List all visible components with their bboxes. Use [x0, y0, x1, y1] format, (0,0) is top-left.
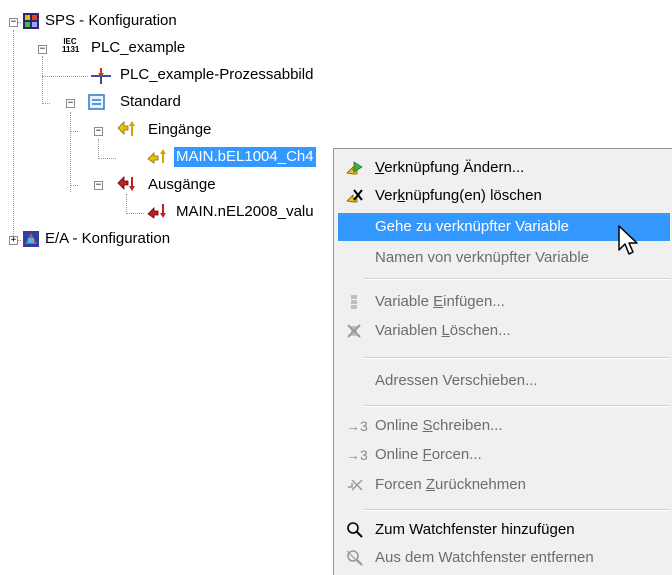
tree-node-sps-konfiguration[interactable]: SPS - Konfiguration — [45, 11, 177, 31]
tree-node-standard[interactable]: Standard — [120, 92, 181, 112]
menu-item-label: Online Forcen... — [375, 446, 482, 463]
magnifier-icon — [347, 522, 363, 538]
menu-item-label: Forcen Zurücknehmen — [375, 476, 526, 493]
force-undo-icon — [348, 479, 363, 491]
iec-icon: IEC 1131 — [62, 37, 80, 54]
menu-separator — [364, 357, 670, 359]
menu-separator — [364, 509, 670, 511]
plc-config-icon — [23, 13, 39, 29]
online-force-icon: →3 — [346, 447, 368, 463]
menu-item-label: Online Schreiben... — [375, 417, 503, 434]
tree-expander-sps[interactable]: − — [9, 18, 18, 27]
tree-node-eingaenge[interactable]: Eingänge — [148, 120, 211, 140]
menu-item-label: Gehe zu verknüpfter Variable — [375, 218, 569, 235]
io-config-icon — [23, 231, 39, 247]
tree-connector — [42, 56, 43, 104]
tree-connector — [70, 112, 71, 192]
menu-item-move-addresses[interactable]: Adressen Verschieben... — [338, 367, 670, 395]
tree-node-ausgaenge[interactable]: Ausgänge — [148, 175, 216, 195]
link-change-icon — [346, 161, 363, 175]
menu-item-online-force[interactable]: →3 Online Forcen... — [338, 441, 670, 469]
tree-node-output-variable[interactable]: MAIN.nEL2008_valu — [176, 202, 314, 222]
tree-expander-standard[interactable]: − — [66, 99, 75, 108]
menu-item-delete-variables[interactable]: Variablen Löschen... — [338, 317, 670, 345]
tree-node-input-variable[interactable]: MAIN.bEL1004_Ch4 — [174, 147, 316, 167]
context-menu: Verknüpfung Ändern... Verknüpfung(en) lö… — [333, 148, 672, 575]
menu-item-label: Zum Watchfenster hinzufügen — [375, 521, 575, 538]
menu-item-insert-variable[interactable]: Variable Einfügen... — [338, 288, 670, 316]
menu-item-label: Aus dem Watchfenster entfernen — [375, 549, 594, 566]
tree-connector — [70, 185, 78, 186]
tree-connector — [98, 139, 99, 159]
tree-connector — [98, 158, 116, 159]
menu-item-add-watch[interactable]: Zum Watchfenster hinzufügen — [338, 516, 670, 544]
tree-node-prozessabbild[interactable]: PLC_example-Prozessabbild — [120, 65, 313, 85]
menu-item-remove-watch[interactable]: Aus dem Watchfenster entfernen — [338, 544, 670, 572]
menu-item-label: Variablen Löschen... — [375, 322, 511, 339]
variable-insert-icon — [351, 295, 357, 309]
task-icon — [88, 94, 105, 110]
menu-item-delete-links[interactable]: Verknüpfung(en) löschen — [338, 182, 670, 210]
menu-separator — [364, 278, 670, 280]
process-image-icon — [91, 68, 111, 84]
tree-node-ea-konfiguration[interactable]: E/A - Konfiguration — [45, 229, 170, 249]
menu-item-label: Namen von verknüpfter Variable — [375, 249, 589, 266]
tree-node-plc-example[interactable]: PLC_example — [91, 38, 185, 58]
menu-item-label: Adressen Verschieben... — [375, 372, 538, 389]
linked-input-variable-icon — [147, 149, 166, 164]
tree-connector — [70, 131, 78, 132]
tree-connector — [42, 103, 50, 104]
menu-separator — [364, 405, 670, 407]
menu-item-change-link[interactable]: Verknüpfung Ändern... — [338, 154, 670, 182]
tree-connector — [42, 76, 88, 77]
menu-item-label: Verknüpfung Ändern... — [375, 159, 525, 176]
tree-expander-ea[interactable]: + — [9, 236, 18, 245]
link-delete-icon — [346, 189, 363, 203]
mouse-cursor-icon — [618, 225, 638, 255]
magnifier-remove-icon — [346, 550, 363, 566]
variable-delete-icon — [347, 324, 361, 338]
menu-item-online-write[interactable]: →3 Online Schreiben... — [338, 412, 670, 440]
inputs-icon — [117, 121, 135, 136]
menu-item-undo-force[interactable]: Forcen Zurücknehmen — [338, 471, 670, 499]
tree-expander-eingaenge[interactable]: − — [94, 127, 103, 136]
tree-connector — [13, 30, 14, 240]
tree-connector — [126, 213, 144, 214]
tree-connector — [126, 194, 127, 214]
outputs-icon — [117, 176, 135, 191]
linked-output-variable-icon — [147, 204, 166, 219]
menu-item-label: Variable Einfügen... — [375, 293, 505, 310]
menu-item-label: Verknüpfung(en) löschen — [375, 187, 542, 204]
tree-expander-plc[interactable]: − — [38, 45, 47, 54]
online-write-icon: →3 — [346, 418, 368, 434]
tree-expander-ausgaenge[interactable]: − — [94, 181, 103, 190]
